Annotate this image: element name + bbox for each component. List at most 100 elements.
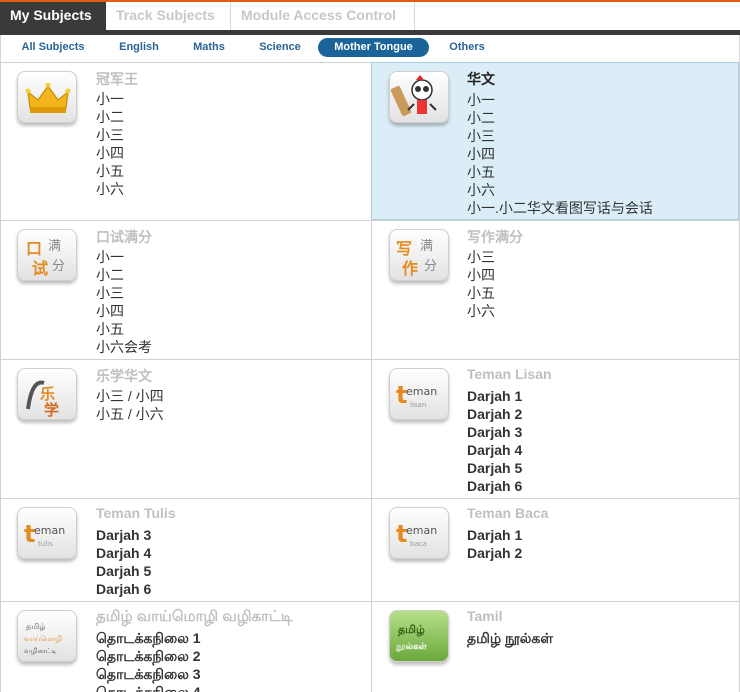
- level-link[interactable]: 小三: [96, 126, 124, 144]
- level-link[interactable]: 小二: [467, 109, 653, 127]
- level-link[interactable]: 小四: [467, 266, 495, 284]
- level-link[interactable]: 小五 / 小六: [96, 405, 164, 423]
- icon-glyph: வழிகாட்டி: [24, 647, 57, 655]
- level-list: 小三 小四 小五 小六: [467, 248, 495, 320]
- level-link[interactable]: 小二: [96, 266, 152, 284]
- level-link[interactable]: 小五: [96, 320, 152, 338]
- filter-english[interactable]: English: [109, 38, 169, 57]
- level-link[interactable]: Darjah 5: [467, 459, 522, 477]
- level-link[interactable]: Darjah 2: [467, 544, 522, 562]
- icon-glyph: 写: [396, 239, 412, 258]
- level-link[interactable]: 小四: [96, 144, 124, 162]
- level-link[interactable]: 小一: [96, 248, 152, 266]
- level-link[interactable]: 小一.小二华文看图写话与会话: [467, 199, 653, 217]
- teman-tulis-icon: t eman tulis: [17, 507, 77, 559]
- filter-maths[interactable]: Maths: [183, 38, 235, 57]
- subject-grid: 冠军王 小一 小二 小三 小四 小五 小六 华文 小一 小二 小三 小四 小五 …: [0, 62, 740, 692]
- level-list: தொடக்கநிலை 1 தொடக்கநிலை 2 தொடக்கநிலை 3 த…: [96, 629, 201, 692]
- tab-my-subjects[interactable]: My Subjects: [0, 2, 106, 30]
- level-link[interactable]: 小二: [96, 108, 124, 126]
- level-link[interactable]: 小四: [467, 145, 653, 163]
- robot-mascot-icon: [389, 71, 449, 123]
- level-link[interactable]: Darjah 6: [96, 580, 151, 598]
- icon-glyph: baca: [410, 540, 427, 548]
- crown-icon: [17, 71, 77, 123]
- subject-title: Teman Lisan: [467, 366, 552, 382]
- level-link[interactable]: 小四: [96, 302, 152, 320]
- subject-card-teman-tulis[interactable]: t eman tulis Teman Tulis Darjah 3 Darjah…: [1, 498, 371, 601]
- icon-glyph: 试: [32, 259, 48, 278]
- tab-track-subjects[interactable]: Track Subjects: [106, 2, 231, 30]
- icon-glyph: tulis: [38, 540, 53, 548]
- level-link[interactable]: 小六: [96, 180, 124, 198]
- level-link[interactable]: 小六会考: [96, 338, 152, 356]
- subject-card-fun-chinese[interactable]: 乐 学 乐学华文 小三 / 小四 小五 / 小六: [1, 359, 371, 498]
- level-link[interactable]: Darjah 5: [96, 562, 151, 580]
- subject-title: Teman Tulis: [96, 505, 176, 521]
- subject-card-teman-lisan[interactable]: t eman lisan Teman Lisan Darjah 1 Darjah…: [371, 359, 739, 498]
- tamil-oral-guide-icon: தமிழ் வாய்மொழி வழிகாட்டி: [17, 610, 77, 662]
- level-link[interactable]: தமிழ் நூல்கள்: [467, 629, 553, 647]
- subject-title: 口试满分: [96, 229, 152, 245]
- filter-all-subjects[interactable]: All Subjects: [11, 38, 95, 57]
- level-link[interactable]: Darjah 4: [96, 544, 151, 562]
- subject-card-huawen[interactable]: 华文 小一 小二 小三 小四 小五 小六 小一.小二华文看图写话与会话: [371, 62, 739, 220]
- subject-title: Tamil: [467, 608, 503, 624]
- icon-glyph: lisan: [410, 401, 426, 409]
- level-link[interactable]: தொடக்கநிலை 2: [96, 647, 201, 665]
- icon-glyph: 分: [52, 259, 65, 274]
- icon-glyph: 作: [402, 259, 418, 278]
- icon-glyph: 满: [420, 239, 433, 254]
- subject-card-tamil-oral-guide[interactable]: தமிழ் வாய்மொழி வழிகாட்டி தமிழ் வாய்மொழி …: [1, 601, 371, 692]
- filter-mother-tongue[interactable]: Mother Tongue: [318, 38, 429, 57]
- level-link[interactable]: 小一: [96, 90, 124, 108]
- level-link[interactable]: Darjah 4: [467, 441, 522, 459]
- level-list: தமிழ் நூல்கள்: [467, 629, 553, 647]
- teman-baca-icon: t eman baca: [389, 507, 449, 559]
- level-link[interactable]: 小六: [467, 181, 653, 199]
- level-link[interactable]: 小五: [96, 162, 124, 180]
- subject-title: 乐学华文: [96, 368, 152, 384]
- level-link[interactable]: 小六: [467, 302, 495, 320]
- level-link[interactable]: 小三: [467, 127, 653, 145]
- filter-science[interactable]: Science: [251, 38, 309, 57]
- level-link[interactable]: Darjah 1: [467, 387, 522, 405]
- level-link[interactable]: 小三 / 小四: [96, 387, 164, 405]
- icon-glyph: eman: [406, 385, 437, 398]
- subject-card-tamil[interactable]: தமிழ் நூல்கள் Tamil தமிழ் நூல்கள்: [371, 601, 739, 692]
- subject-card-teman-baca[interactable]: t eman baca Teman Baca Darjah 1 Darjah 2: [371, 498, 739, 601]
- subject-card-champion[interactable]: 冠军王 小一 小二 小三 小四 小五 小六: [1, 62, 371, 220]
- level-link[interactable]: Darjah 2: [467, 405, 522, 423]
- icon-glyph: நூல்கள்: [395, 642, 428, 652]
- tab-module-access-control[interactable]: Module Access Control: [231, 2, 415, 30]
- level-link[interactable]: 小三: [96, 284, 152, 302]
- icon-glyph: eman: [34, 524, 65, 537]
- subject-title: 冠军王: [96, 71, 138, 87]
- level-link[interactable]: Darjah 1: [467, 526, 522, 544]
- teman-lisan-icon: t eman lisan: [389, 368, 449, 420]
- level-list: Darjah 1 Darjah 2 Darjah 3 Darjah 4 Darj…: [467, 387, 522, 495]
- level-link[interactable]: 小三: [467, 248, 495, 266]
- subject-filter-bar: All Subjects English Maths Science Mothe…: [0, 35, 740, 62]
- level-link[interactable]: தொடக்கநிலை 3: [96, 665, 201, 683]
- level-link[interactable]: Darjah 3: [467, 423, 522, 441]
- level-link[interactable]: தொடக்கநிலை 1: [96, 629, 201, 647]
- main-tab-bar: My Subjects Track Subjects Module Access…: [0, 2, 740, 30]
- level-link[interactable]: 小五: [467, 284, 495, 302]
- icon-glyph: தமிழ்: [26, 622, 46, 631]
- level-link[interactable]: 小五: [467, 163, 653, 181]
- icon-glyph: வாய்மொழி: [24, 635, 62, 643]
- level-list: 小三 / 小四 小五 / 小六: [96, 387, 164, 423]
- level-list: Darjah 1 Darjah 2: [467, 526, 522, 562]
- subject-title: Teman Baca: [467, 505, 549, 521]
- filter-others[interactable]: Others: [441, 38, 493, 57]
- level-link[interactable]: Darjah 3: [96, 526, 151, 544]
- icon-glyph: eman: [406, 524, 437, 537]
- level-link[interactable]: 小一: [467, 91, 653, 109]
- level-link[interactable]: தொடக்கநிலை 4: [96, 683, 201, 692]
- subject-title: 写作满分: [467, 229, 523, 245]
- level-link[interactable]: Darjah 6: [467, 477, 522, 495]
- subject-card-oral-exam[interactable]: 口 满 试 分 口试满分 小一 小二 小三 小四 小五 小六会考: [1, 220, 371, 359]
- subject-card-writing-exam[interactable]: 写 满 作 分 写作满分 小三 小四 小五 小六: [371, 220, 739, 359]
- fun-learning-icon: 乐 学: [17, 368, 77, 420]
